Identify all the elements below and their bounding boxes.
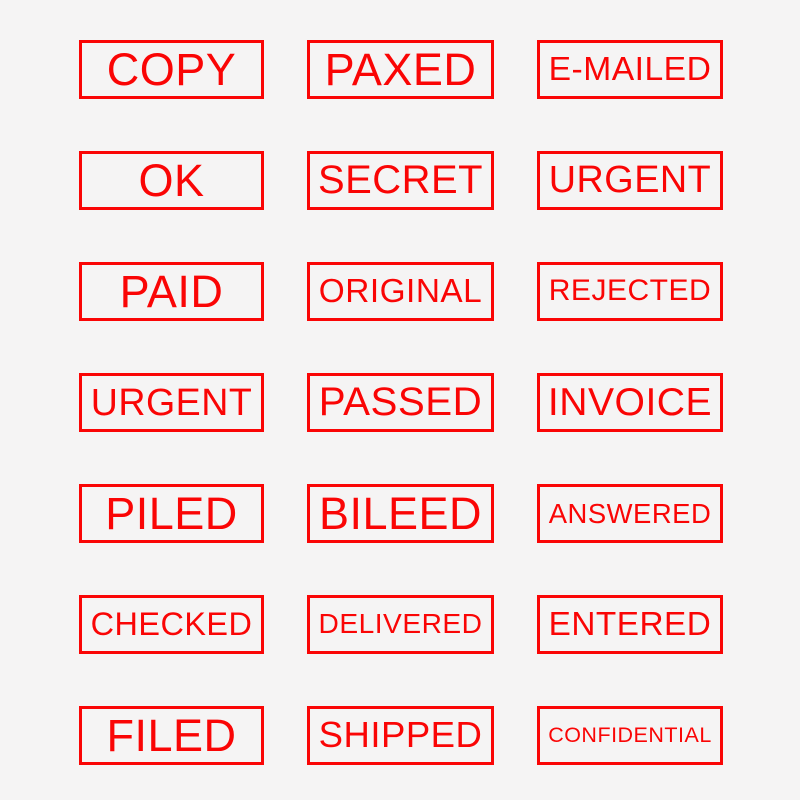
stamp-label: PASSED [318,379,483,425]
stamp-label: COPY [106,44,237,95]
stamp-label: ENTERED [548,605,712,643]
stamp-urgent-2[interactable]: URGENT [79,373,264,432]
stamp-copy[interactable]: COPY [79,40,264,99]
stamp-label: SECRET [318,157,483,202]
stamp-answered[interactable]: ANSWERED [537,484,723,543]
stamp-invoice[interactable]: INVOICE [537,373,723,432]
stamp-secret[interactable]: SECRET [307,151,494,210]
stamp-sheet: COPY PAXED E-MAILED OK SECRET URGENT PAID ORIGI… [0,0,800,800]
stamp-label: OK [138,155,205,206]
stamp-e-mailed[interactable]: E-MAILED [537,40,723,99]
stamp-label: ORIGINAL [318,272,483,310]
stamp-bileed[interactable]: BILEED [307,484,494,543]
stamp-rejected[interactable]: REJECTED [537,262,723,321]
stamp-label: BILEED [318,488,483,539]
stamp-label: PILED [105,488,238,539]
stamp-label: URGENT [548,158,712,201]
stamp-label: DELIVERED [318,608,483,640]
stamp-urgent-1[interactable]: URGENT [537,151,723,210]
stamp-label: SHIPPED [318,714,483,756]
stamp-label: REJECTED [548,274,712,308]
stamp-label: E-MAILED [548,50,712,88]
stamp-piled[interactable]: PILED [79,484,264,543]
stamp-delivered[interactable]: DELIVERED [307,595,494,654]
stamp-label: PAID [119,266,224,317]
stamp-label: PAXED [324,44,477,95]
stamp-shipped[interactable]: SHIPPED [307,706,494,765]
stamp-label: URGENT [90,380,253,423]
stamp-label: ANSWERED [548,497,712,529]
stamp-entered[interactable]: ENTERED [537,595,723,654]
stamp-passed[interactable]: PASSED [307,373,494,432]
stamp-grid: COPY PAXED E-MAILED OK SECRET URGENT PAID ORIGI… [79,40,723,765]
stamp-label: INVOICE [547,380,713,424]
stamp-filed[interactable]: FILED [79,706,264,765]
stamp-paxed[interactable]: PAXED [307,40,494,99]
stamp-confidential[interactable]: CONFIDENTIAL [537,706,723,765]
stamp-label: CHECKED [90,606,253,643]
stamp-checked[interactable]: CHECKED [79,595,264,654]
stamp-ok[interactable]: OK [79,151,264,210]
stamp-original[interactable]: ORIGINAL [307,262,494,321]
stamp-label: CONFIDENTIAL [548,722,712,747]
stamp-label: FILED [106,710,237,761]
stamp-paid[interactable]: PAID [79,262,264,321]
